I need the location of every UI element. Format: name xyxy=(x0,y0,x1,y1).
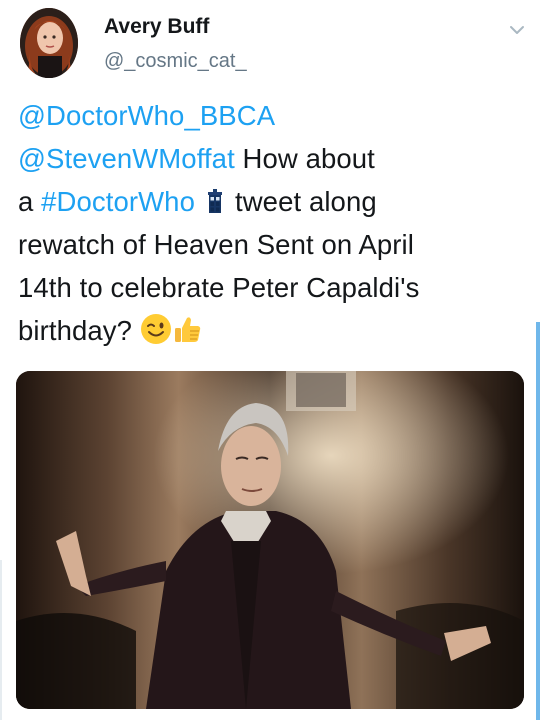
tweet-text-segment: birthday? xyxy=(18,315,140,346)
scrollbar[interactable] xyxy=(536,322,540,720)
tweet-image-illustration xyxy=(16,371,524,709)
avatar-image xyxy=(20,8,78,78)
hashtag-link[interactable]: #DoctorWho xyxy=(41,186,195,217)
tweet-text-segment: 14th to celebrate Peter Capaldi's xyxy=(18,272,420,303)
thumbs-up-emoji xyxy=(172,313,204,345)
tardis-emoji xyxy=(207,182,223,213)
tweet-line: @StevenWMoffat How about xyxy=(18,137,523,180)
display-name[interactable]: Avery Buff xyxy=(104,14,209,40)
mention-link[interactable]: @DoctorWho_BBCA xyxy=(18,100,275,131)
tweet-card: Avery Buff @_cosmic_cat_ @DoctorWho_BBCA… xyxy=(0,0,540,720)
tweet-text: @DoctorWho_BBCA @StevenWMoffat How about… xyxy=(18,94,523,352)
winking-face-emoji xyxy=(140,313,172,345)
divider xyxy=(0,560,2,720)
avatar[interactable] xyxy=(20,8,78,78)
tweet-text-segment: rewatch of Heaven Sent on April xyxy=(18,229,414,260)
tweet-line: a #DoctorWho tweet along xyxy=(18,180,523,223)
tweet-text-segment: tweet along xyxy=(234,186,377,217)
user-handle[interactable]: @_cosmic_cat_ xyxy=(104,49,247,73)
tweet-line: 14th to celebrate Peter Capaldi's xyxy=(18,266,523,309)
tweet-image[interactable] xyxy=(16,371,524,709)
tweet-line: @DoctorWho_BBCA xyxy=(18,94,523,137)
mention-link[interactable]: @StevenWMoffat xyxy=(18,143,235,174)
tweet-line: rewatch of Heaven Sent on April xyxy=(18,223,523,266)
tweet-text-segment: How about xyxy=(234,143,375,174)
tweet-line: birthday? xyxy=(18,309,523,352)
chevron-down-icon[interactable] xyxy=(505,18,529,42)
tweet-text-segment: a xyxy=(18,186,42,217)
